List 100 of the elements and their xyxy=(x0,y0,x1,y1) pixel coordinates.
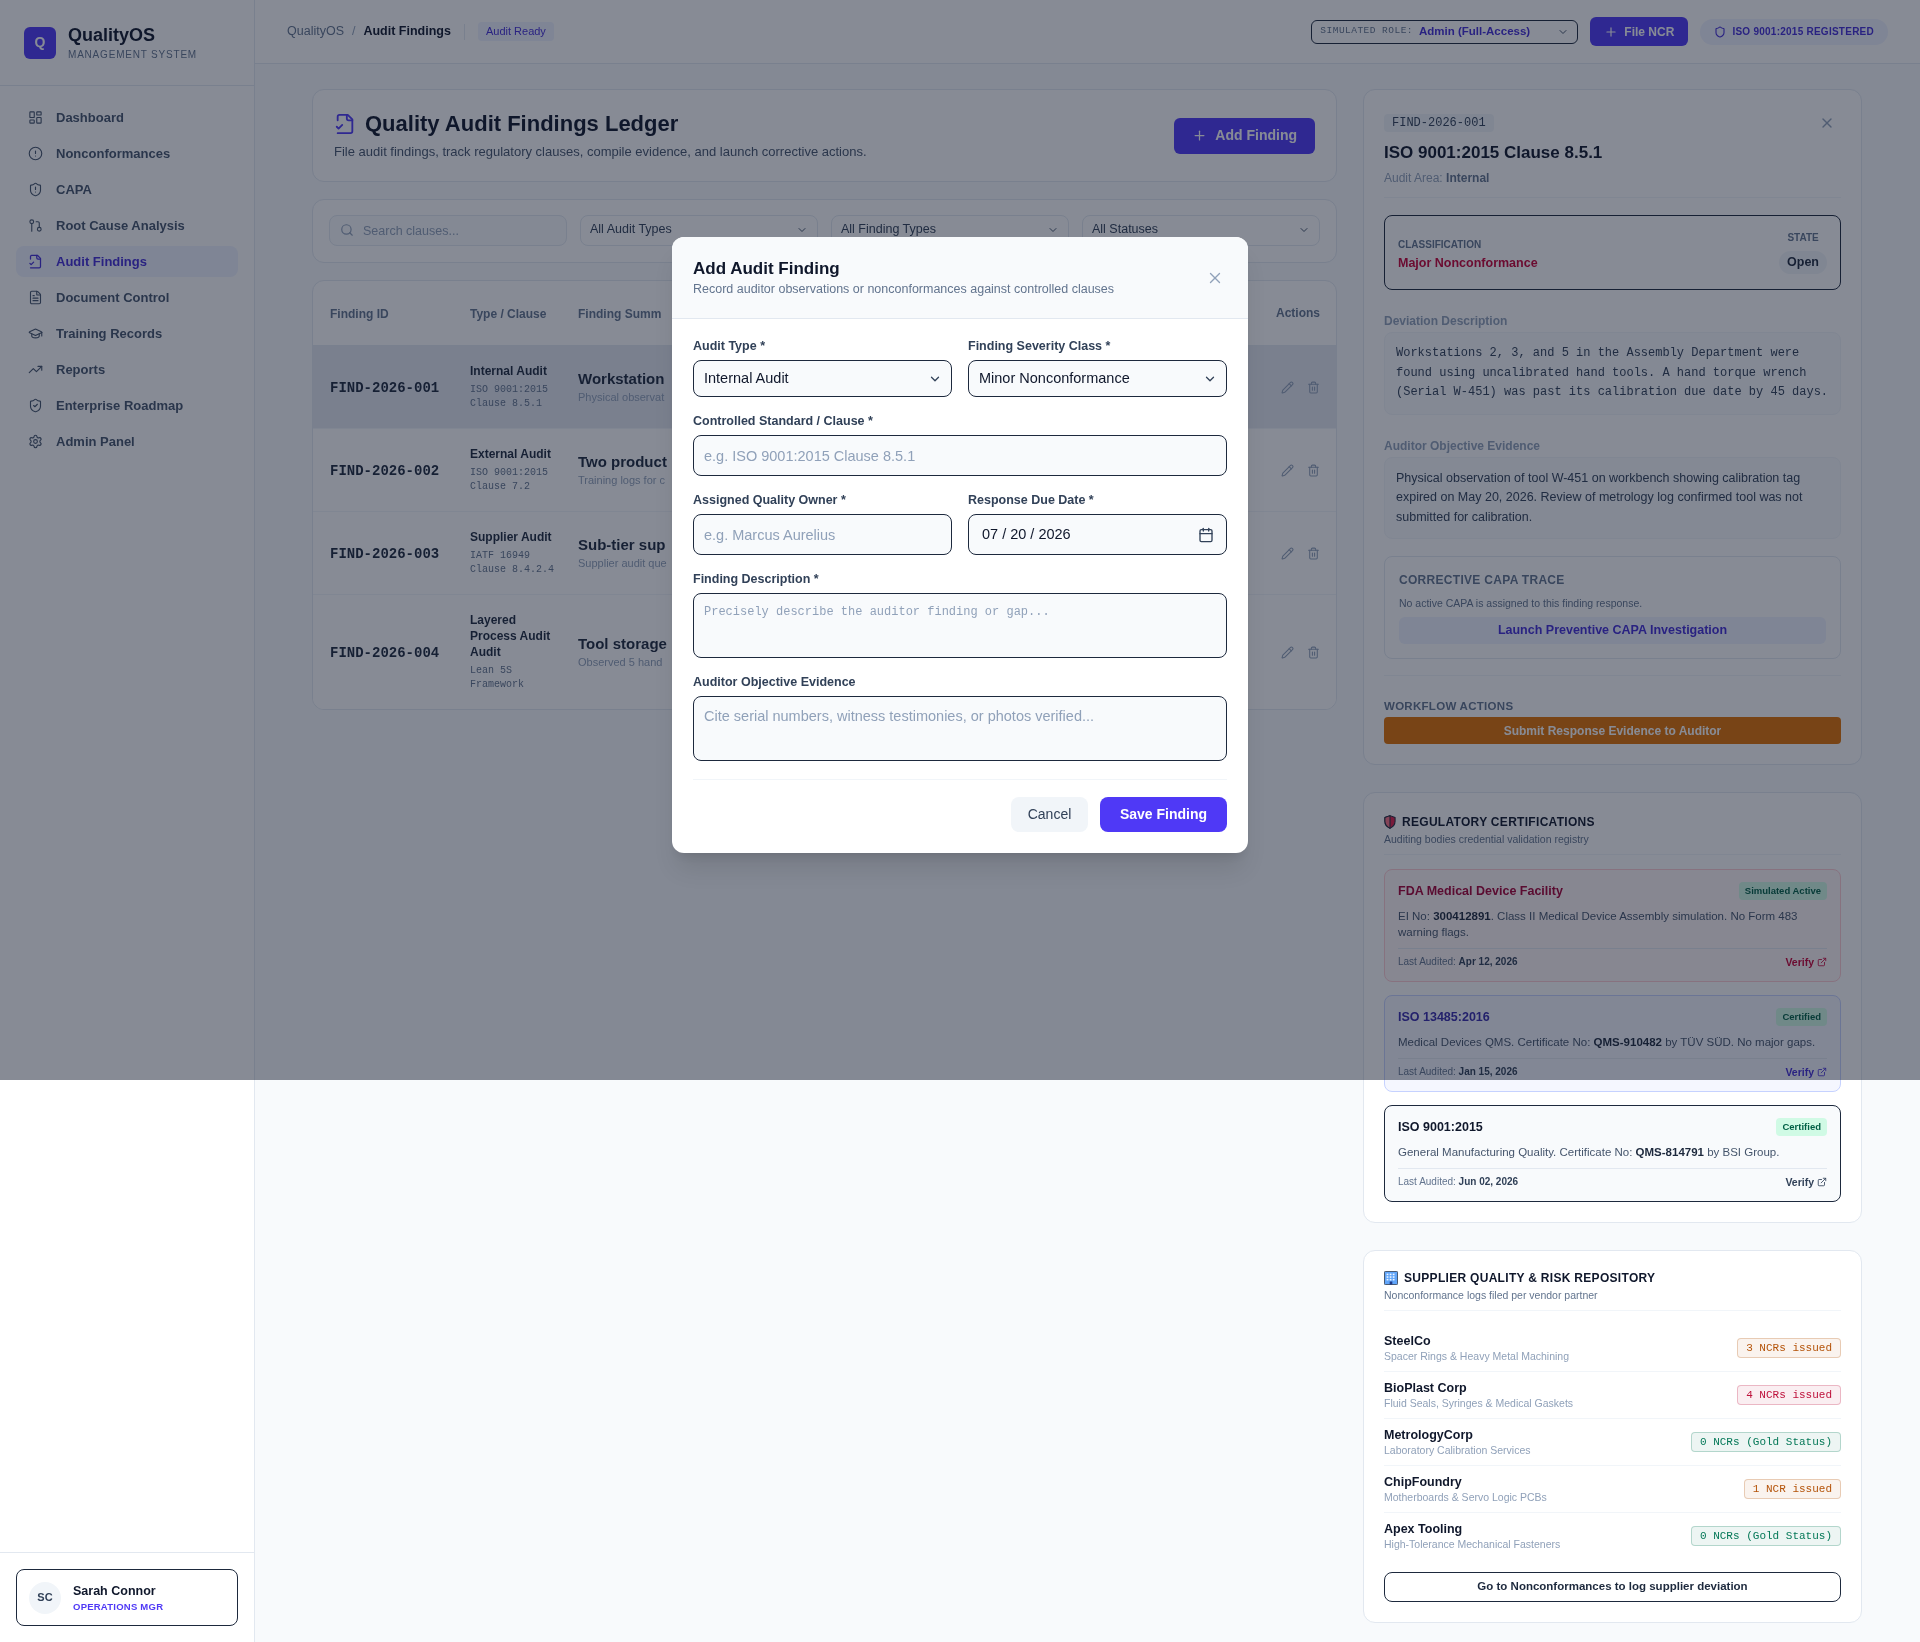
branch-icon xyxy=(28,218,43,233)
audit-type: Layered Process Audit Audit xyxy=(470,612,552,660)
delete-button[interactable] xyxy=(1307,463,1320,477)
supplier-title: SUPPLIER QUALITY & RISK REPOSITORY xyxy=(1404,1270,1656,1287)
nav-item[interactable]: Audit Findings xyxy=(16,246,238,277)
nav-item[interactable]: Training Records xyxy=(16,318,238,349)
field-label: Finding Description * xyxy=(693,571,820,587)
audit-type: Internal Audit xyxy=(470,363,548,379)
breadcrumb-link[interactable]: QualityOS xyxy=(287,22,344,41)
verify-link[interactable]: Verify xyxy=(1785,1175,1827,1189)
audit-type: Supplier Audit xyxy=(470,529,553,545)
app-name: QualityOS xyxy=(68,23,157,46)
supplier-detail: Spacer Rings & Heavy Metal Machining xyxy=(1384,1349,1569,1363)
cancel-button[interactable]: Cancel xyxy=(1011,797,1088,832)
select-field[interactable]: Minor Nonconformance xyxy=(968,360,1227,397)
shield-icon xyxy=(1714,25,1727,38)
text-field[interactable]: e.g. Marcus Aurelius xyxy=(693,514,952,555)
nonconformance-link-button[interactable]: Go to Nonconformances to log supplier deviation xyxy=(1384,1572,1841,1602)
finding-id: FIND-2026-004 xyxy=(330,645,440,661)
save-button[interactable]: Save Finding xyxy=(1100,797,1227,832)
edit-button[interactable] xyxy=(1281,380,1294,394)
certification-name: ISO 13485:2016 xyxy=(1398,1008,1490,1026)
trash-icon xyxy=(1307,546,1320,560)
finding-id: FIND-2026-003 xyxy=(330,546,440,562)
add-finding-button[interactable]: Add Finding xyxy=(1174,117,1315,154)
trash-icon xyxy=(1307,645,1320,659)
nav-item[interactable]: Admin Panel xyxy=(16,426,238,457)
edit-button[interactable] xyxy=(1281,546,1294,560)
external-link-icon xyxy=(1817,957,1827,967)
grid-icon xyxy=(28,110,43,125)
user-card[interactable]: SC Sarah Connor OPERATIONS MGR xyxy=(16,1569,238,1626)
modal-title: Add Audit Finding xyxy=(693,258,841,280)
certification-status-badge: Certified xyxy=(1776,1118,1827,1136)
finding-id-tag: FIND-2026-001 xyxy=(1384,114,1494,132)
supplier-subtitle: Nonconformance logs filed per vendor partner xyxy=(1384,1288,1599,1302)
nav-item[interactable]: Root Cause Analysis xyxy=(16,210,238,241)
field-label: Controlled Standard / Clause * xyxy=(693,413,874,429)
external-link-icon xyxy=(1817,1177,1827,1187)
finding-id: FIND-2026-002 xyxy=(330,463,440,479)
user-avatar: SC xyxy=(29,1581,61,1614)
shield-alert-icon xyxy=(28,182,43,197)
submit-evidence-button[interactable]: Submit Response Evidence to Auditor xyxy=(1384,717,1841,744)
ncr-count-tag: 3 NCRs issued xyxy=(1737,1338,1841,1358)
calendar-icon xyxy=(1198,526,1214,543)
nav-item[interactable]: Reports xyxy=(16,354,238,385)
certification-description: General Manufacturing Quality. Certificate No: QMS-814791 by BSI Group. xyxy=(1398,1145,1781,1160)
detail-title: ISO 9001:2015 Clause 8.5.1 xyxy=(1384,142,1604,164)
certification-name: ISO 9001:2015 xyxy=(1398,1118,1483,1136)
document-icon xyxy=(28,290,43,305)
supplier-name: SteelCo xyxy=(1384,1333,1432,1349)
pencil-icon xyxy=(1281,645,1294,659)
nav-item[interactable]: Dashboard xyxy=(16,102,238,133)
supplier-detail: Fluid Seals, Syringes & Medical Gaskets xyxy=(1384,1396,1574,1410)
shield-icon xyxy=(1384,815,1396,829)
role-select[interactable]: SIMULATED ROLE: Admin (Full-Access) xyxy=(1311,19,1579,44)
trash-icon xyxy=(1307,380,1320,394)
state-pill: Open xyxy=(1779,251,1827,274)
finding-id: FIND-2026-001 xyxy=(330,380,440,396)
breadcrumb-separator: / xyxy=(351,23,356,41)
alert-circle-icon xyxy=(28,146,43,161)
delete-button[interactable] xyxy=(1307,546,1320,560)
nav-item[interactable]: Document Control xyxy=(16,282,238,313)
edit-button[interactable] xyxy=(1281,645,1294,659)
evidence-text: Physical observation of tool W-451 on workbench showing calibration tag expired on May 20, 2026. Review of metrology log confirmed tool was not submitted for calibration. xyxy=(1384,456,1841,539)
search-icon xyxy=(340,223,354,237)
select-field[interactable]: Internal Audit xyxy=(693,360,952,397)
verify-link[interactable]: Verify xyxy=(1785,1065,1827,1079)
column-header: Actions xyxy=(1276,305,1320,322)
delete-button[interactable] xyxy=(1307,380,1320,394)
file-ncr-button[interactable]: File NCR xyxy=(1590,17,1689,46)
audit-type: External Audit xyxy=(470,446,552,462)
finding-title: Workstation xyxy=(578,369,665,389)
nav-item[interactable]: Nonconformances xyxy=(16,138,238,169)
nav-item[interactable]: CAPA xyxy=(16,174,238,205)
classification-label: CLASSIFICATION xyxy=(1398,238,1483,252)
verify-link[interactable]: Verify xyxy=(1785,955,1827,969)
date-field[interactable]: 07 / 20 / 2026 xyxy=(968,514,1227,555)
file-check-icon xyxy=(334,113,356,135)
launch-capa-button[interactable]: Launch Preventive CAPA Investigation xyxy=(1399,617,1826,644)
certification-item[interactable]: ISO 9001:2015 Certified General Manufacturing Quality. Certificate No: QMS-814791 by BSI Group. Last Audited: Jun 02, 2026 Verify xyxy=(1384,1105,1841,1202)
state-label: STATE xyxy=(1787,231,1819,246)
delete-button[interactable] xyxy=(1307,645,1320,659)
building-icon xyxy=(1384,1271,1398,1285)
nav-item[interactable]: Enterprise Roadmap xyxy=(16,390,238,421)
pencil-icon xyxy=(1281,463,1294,477)
plus-icon xyxy=(1604,24,1619,39)
edit-button[interactable] xyxy=(1281,463,1294,477)
column-header: Type / Clause xyxy=(470,307,547,321)
ncr-count-tag: 4 NCRs issued xyxy=(1737,1385,1841,1405)
text-field[interactable]: e.g. ISO 9001:2015 Clause 8.5.1 xyxy=(693,435,1227,476)
field-label: Assigned Quality Owner * xyxy=(693,492,847,508)
text-area[interactable]: Precisely describe the auditor finding or gap... xyxy=(693,593,1227,658)
pencil-icon xyxy=(1281,546,1294,560)
text-area[interactable]: Cite serial numbers, witness testimonies, or photos verified... xyxy=(693,696,1227,761)
certification-status-badge: Certified xyxy=(1776,1008,1827,1026)
graduation-cap-icon xyxy=(28,326,43,341)
pencil-icon xyxy=(1281,380,1294,394)
finding-title: Tool storage xyxy=(578,634,667,654)
logo-mark: Q xyxy=(24,26,56,59)
file-check-icon xyxy=(28,254,43,269)
